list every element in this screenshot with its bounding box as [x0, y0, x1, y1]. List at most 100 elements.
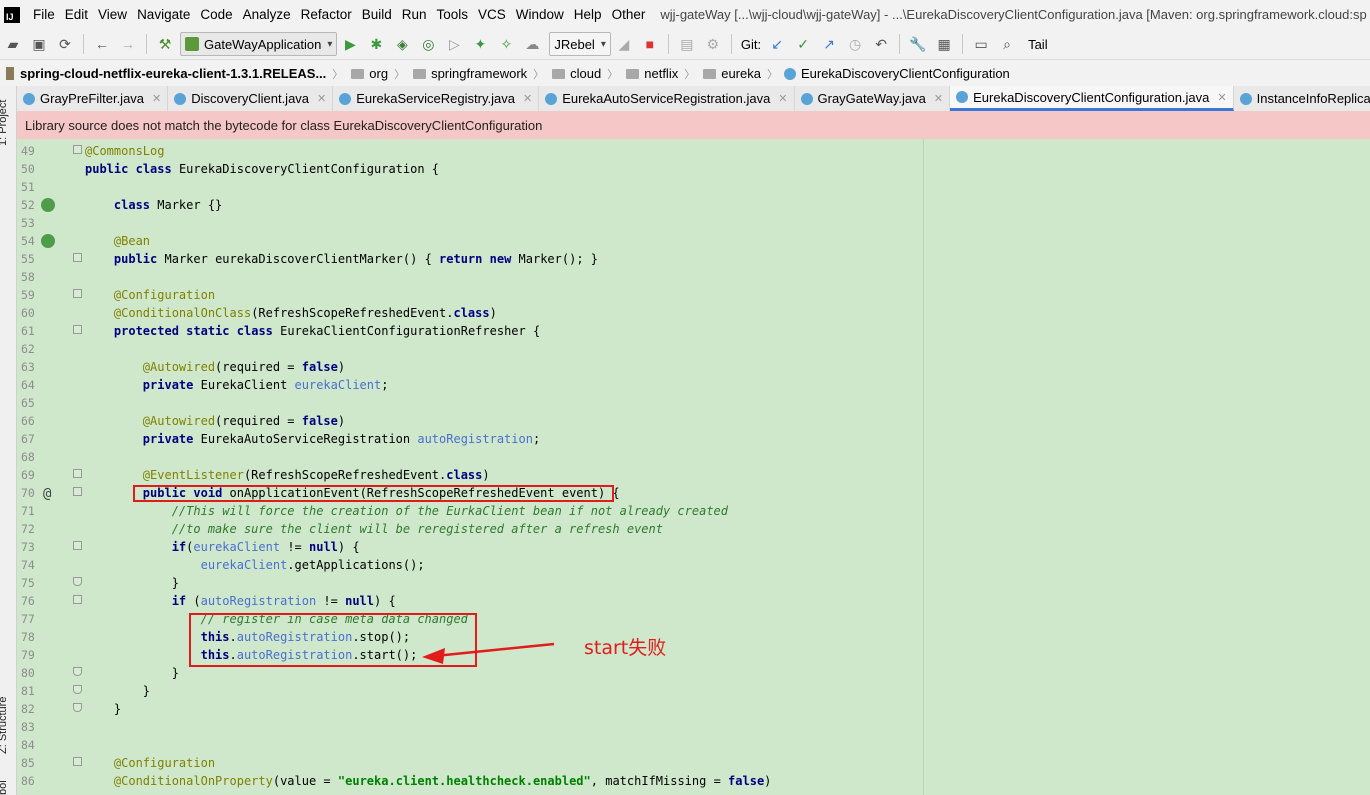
- tab-eureka-auto-service-registration[interactable]: EurekaAutoServiceRegistration.java ✕: [539, 86, 795, 111]
- code-line[interactable]: 53: [17, 214, 1370, 232]
- code-line[interactable]: 83: [17, 718, 1370, 736]
- fold-toggle-icon[interactable]: [73, 145, 82, 154]
- menu-run[interactable]: Run: [397, 7, 432, 22]
- menu-other[interactable]: Other: [607, 7, 651, 22]
- code-line[interactable]: 72 //to make sure the client will be rer…: [17, 520, 1370, 538]
- code-line[interactable]: 52 class Marker {}: [17, 196, 1370, 214]
- settings-alt-icon[interactable]: ⚙: [702, 33, 724, 55]
- menu-refactor[interactable]: Refactor: [296, 7, 357, 22]
- tab-eureka-service-registry[interactable]: EurekaServiceRegistry.java ✕: [333, 86, 540, 111]
- breadcrumb-eureka[interactable]: eureka: [695, 66, 761, 81]
- fold-toggle-icon[interactable]: [73, 541, 82, 550]
- build-hammer-icon[interactable]: ⚒: [154, 33, 176, 55]
- menu-edit[interactable]: Edit: [60, 7, 93, 22]
- sync-icon[interactable]: ⟳: [54, 33, 76, 55]
- save-icon[interactable]: ▣: [28, 33, 50, 55]
- rerun-icon[interactable]: ◢: [613, 33, 635, 55]
- event-listener-icon[interactable]: @: [43, 485, 51, 503]
- close-icon[interactable]: ✕: [778, 92, 787, 105]
- git-history-icon[interactable]: ◷: [844, 33, 866, 55]
- git-commit-icon[interactable]: ✓: [792, 33, 814, 55]
- code-line[interactable]: 64 private EurekaClient eurekaClient;: [17, 376, 1370, 394]
- fold-toggle-icon[interactable]: [73, 577, 82, 586]
- git-push-icon[interactable]: ↗: [818, 33, 840, 55]
- menu-view[interactable]: View: [93, 7, 132, 22]
- terminal-icon[interactable]: ▭: [970, 33, 992, 55]
- close-icon[interactable]: ✕: [934, 92, 943, 105]
- fold-toggle-icon[interactable]: [73, 487, 82, 496]
- project-tool-button[interactable]: 1: Project: [0, 100, 9, 146]
- code-line[interactable]: 67 private EurekaAutoServiceRegistration…: [17, 430, 1370, 448]
- code-line[interactable]: 81 }: [17, 682, 1370, 700]
- jrebel-run-icon[interactable]: ✦: [469, 33, 491, 55]
- code-editor[interactable]: 49 @CommonsLog 50 public class EurekaDiscov…: [17, 139, 1370, 795]
- code-line[interactable]: 55 public Marker eurekaDiscoverClientMar…: [17, 250, 1370, 268]
- menu-navigate[interactable]: Navigate: [132, 7, 195, 22]
- profile-icon[interactable]: ◎: [417, 33, 439, 55]
- code-line[interactable]: 61 protected static class EurekaClientCo…: [17, 322, 1370, 340]
- menu-tools[interactable]: Tools: [432, 7, 474, 22]
- menu-code[interactable]: Code: [195, 7, 237, 22]
- code-line[interactable]: 84: [17, 736, 1370, 754]
- menu-build[interactable]: Build: [357, 7, 397, 22]
- breadcrumb-springframework[interactable]: springframework: [405, 66, 527, 81]
- stop-icon[interactable]: ■: [639, 33, 661, 55]
- jrebel-select[interactable]: JRebel ▾: [549, 32, 611, 56]
- coverage-icon[interactable]: ◈: [391, 33, 413, 55]
- breadcrumb-cloud[interactable]: cloud: [544, 66, 601, 81]
- tab-graypre-filter[interactable]: GrayPreFilter.java ✕: [17, 86, 169, 111]
- git-revert-icon[interactable]: ↶: [870, 33, 892, 55]
- debug-icon[interactable]: ✱: [365, 33, 387, 55]
- close-icon[interactable]: ✕: [317, 92, 326, 105]
- breadcrumb-jar[interactable]: spring-cloud-netflix-eureka-client-1.3.1…: [0, 66, 326, 81]
- fold-toggle-icon[interactable]: [73, 757, 82, 766]
- code-line[interactable]: 71 //This will force the creation of the…: [17, 502, 1370, 520]
- structure-tool-button[interactable]: Z: Structure: [0, 697, 9, 754]
- run-dashboard-icon[interactable]: ▷: [443, 33, 465, 55]
- code-line[interactable]: 49 @CommonsLog: [17, 142, 1370, 160]
- code-line[interactable]: 51: [17, 178, 1370, 196]
- code-line[interactable]: 65: [17, 394, 1370, 412]
- code-line[interactable]: 54 @Bean: [17, 232, 1370, 250]
- fold-toggle-icon[interactable]: [73, 667, 82, 676]
- menu-help[interactable]: Help: [569, 7, 607, 22]
- code-line[interactable]: 66 @Autowired(required = false): [17, 412, 1370, 430]
- menu-file[interactable]: File: [28, 7, 60, 22]
- tab-instance-info-replicator[interactable]: InstanceInfoReplicator: [1234, 86, 1370, 111]
- attach-icon[interactable]: ☁: [521, 33, 543, 55]
- code-line[interactable]: 62: [17, 340, 1370, 358]
- code-line[interactable]: 74 eurekaClient.getApplications();: [17, 556, 1370, 574]
- forward-arrow-icon[interactable]: →: [117, 33, 139, 55]
- menu-window[interactable]: Window: [511, 7, 569, 22]
- menu-analyze[interactable]: Analyze: [238, 7, 296, 22]
- sdk-icon[interactable]: ▤: [676, 33, 698, 55]
- menu-vcs[interactable]: VCS: [473, 7, 511, 22]
- code-line[interactable]: 76 if (autoRegistration != null) {: [17, 592, 1370, 610]
- fold-toggle-icon[interactable]: [73, 595, 82, 604]
- close-icon[interactable]: ✕: [1217, 91, 1226, 104]
- run-icon[interactable]: ▶: [339, 33, 361, 55]
- project-structure-icon[interactable]: ▦: [933, 33, 955, 55]
- open-folder-icon[interactable]: ▰: [2, 33, 24, 55]
- breadcrumb-org[interactable]: org: [343, 66, 388, 81]
- wrench-icon[interactable]: 🔧: [907, 33, 929, 55]
- code-line[interactable]: 73 if(eurekaClient != null) {: [17, 538, 1370, 556]
- code-line[interactable]: 86 @ConditionalOnProperty(value = "eurek…: [17, 772, 1370, 790]
- fold-toggle-icon[interactable]: [73, 289, 82, 298]
- git-update-icon[interactable]: ↙: [766, 33, 788, 55]
- tail-button[interactable]: Tail: [1028, 37, 1048, 52]
- spring-bean-icon[interactable]: [41, 198, 55, 212]
- code-line[interactable]: 82 }: [17, 700, 1370, 718]
- close-icon[interactable]: ✕: [152, 92, 161, 105]
- fold-toggle-icon[interactable]: [73, 469, 82, 478]
- tab-gray-gateway[interactable]: GrayGateWay.java ✕: [795, 86, 951, 111]
- spring-bean-icon[interactable]: [41, 234, 55, 248]
- code-line[interactable]: 50 public class EurekaDiscoveryClientConf…: [17, 160, 1370, 178]
- code-line[interactable]: 69 @EventListener(RefreshScopeRefreshedE…: [17, 466, 1370, 484]
- code-line[interactable]: 58: [17, 268, 1370, 286]
- back-arrow-icon[interactable]: ←: [91, 33, 113, 55]
- close-icon[interactable]: ✕: [523, 92, 532, 105]
- code-line[interactable]: 85 @Configuration: [17, 754, 1370, 772]
- fold-toggle-icon[interactable]: [73, 703, 82, 712]
- code-line[interactable]: 63 @Autowired(required = false): [17, 358, 1370, 376]
